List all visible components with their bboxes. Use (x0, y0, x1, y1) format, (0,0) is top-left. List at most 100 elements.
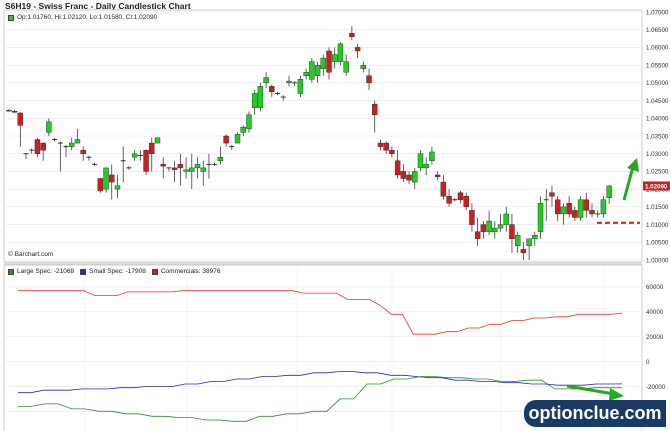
price-tick-label: 1.00500 (646, 240, 669, 247)
candle-body (234, 134, 241, 144)
price-tick-label: 1.05500 (646, 62, 669, 69)
candle-body (600, 199, 607, 215)
candle-body (429, 151, 435, 161)
candle-body (503, 213, 509, 225)
ohlc-legend-text: Op:1.01760, Hi:1.02120, Lo:1.01580, Cl:1… (17, 14, 158, 21)
price-tick-label: 1.02500 (646, 169, 669, 176)
price-tick-label: 1.04500 (646, 98, 669, 105)
small-spec-swatch (80, 268, 87, 275)
candle-body (114, 185, 121, 190)
candle-body (514, 234, 521, 247)
candle-body (526, 238, 532, 247)
candle-body (332, 54, 338, 62)
candle-body (549, 192, 555, 197)
commercials-swatch (151, 268, 158, 275)
candle-body (400, 171, 407, 179)
candle-body (343, 61, 349, 73)
ohlc-legend: Op:1.01760, Hi:1.02120, Lo:1.01580, Cl:1… (8, 14, 157, 21)
candle-body (354, 47, 361, 52)
candle-body (326, 50, 332, 73)
candle-body (360, 64, 367, 69)
candle-body (589, 210, 595, 215)
candle-body (40, 142, 46, 151)
candle-body (394, 160, 401, 176)
candle-body (303, 72, 309, 76)
candle-body (103, 167, 109, 190)
cot-tick-label: 60000 (646, 284, 664, 291)
watermark-logo: optionclue.com (524, 400, 666, 427)
candle-body (486, 220, 492, 232)
candle-body (572, 210, 578, 218)
candle-body (497, 224, 504, 229)
candle-body (149, 142, 155, 154)
candle-body (286, 80, 292, 84)
small-spec-label: Small Spec: -17908 (89, 268, 146, 275)
candle-body (383, 142, 389, 151)
candle-body (263, 77, 269, 84)
candle-body (417, 153, 424, 169)
candle-body (240, 126, 246, 133)
candle-body (377, 142, 384, 147)
candle-body (406, 174, 412, 181)
chart-svg: 1.07000 1.06500 1.06000 1.05500 1.05000 1.045… (3, 9, 670, 431)
candle-body (440, 181, 447, 197)
candle-body (537, 203, 544, 232)
candle-body (171, 167, 178, 170)
candle-body (6, 109, 12, 112)
cot-legend: Large Spec: -21068 Small Spec: -17908 Co… (8, 268, 226, 275)
candle-body (131, 153, 138, 158)
candle-body (480, 224, 487, 232)
candle-body (17, 112, 23, 126)
candle-body (566, 203, 572, 215)
candle-body (143, 149, 149, 172)
candle-body (337, 43, 344, 62)
price-tick-label: 1.00000 (646, 257, 669, 264)
candle-body (457, 192, 464, 200)
candle-body (469, 210, 475, 225)
candle-body (74, 139, 81, 144)
candle-body (223, 135, 229, 144)
price-tick-label: 1.07000 (646, 9, 669, 16)
candle-body (389, 149, 395, 154)
candle-body (154, 137, 161, 144)
legend-large-spec: Large Spec: -21068 (8, 268, 74, 275)
candle-body (269, 86, 275, 92)
candle-body (412, 171, 418, 183)
candle-body (80, 149, 86, 154)
candle-body (217, 157, 224, 161)
candle-body (160, 164, 166, 167)
candle-body (251, 93, 258, 108)
candle-body (434, 174, 441, 177)
candle-body (606, 185, 612, 198)
candle-body (183, 169, 189, 172)
candle-body (423, 164, 429, 169)
price-tick-label: 1.01500 (646, 204, 669, 211)
candle-body (314, 64, 321, 76)
candle-body (309, 61, 315, 80)
ohlc-swatch (8, 14, 14, 21)
candle-body (509, 224, 515, 239)
last-price-label: 1.02090 (645, 183, 668, 190)
panel-separator (4, 262, 642, 265)
candle-body (109, 174, 115, 183)
candle-body (474, 231, 481, 239)
candle-body (46, 121, 52, 133)
price-tick-label: 1.03500 (646, 133, 669, 140)
large-spec-swatch (8, 268, 14, 275)
candle-body (297, 79, 304, 94)
candle-body (97, 178, 104, 192)
cot-tick-label: -20000 (646, 384, 666, 391)
candle-body (11, 110, 18, 113)
price-tick-label: 1.06500 (646, 27, 669, 34)
candle-body (554, 199, 561, 215)
candle-body (492, 227, 498, 232)
candle-body (446, 196, 452, 204)
candle-body (520, 249, 527, 254)
price-tick-label: 1.06000 (646, 45, 669, 52)
candle-body (577, 199, 584, 218)
candle-body (246, 114, 252, 130)
legend-commercials: Commercials: 38976 (151, 268, 220, 275)
candle-body (200, 167, 206, 172)
price-tick-label: 1.01000 (646, 222, 669, 229)
candle-body (532, 234, 538, 239)
